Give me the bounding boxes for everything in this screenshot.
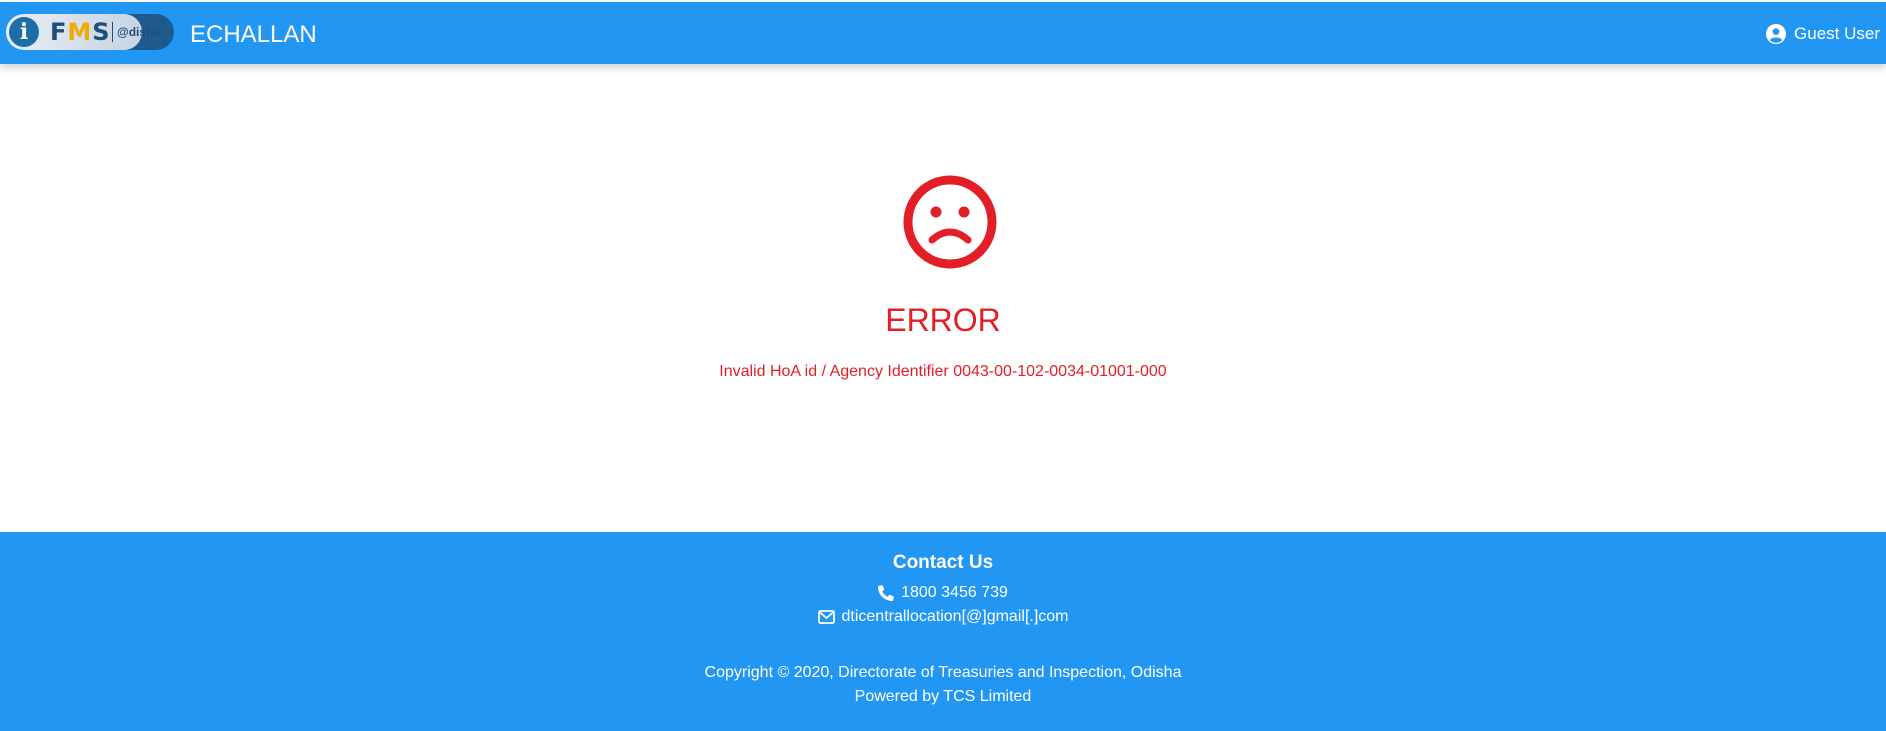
footer: Contact Us 1800 3456 739 dticentrallocat… bbox=[0, 532, 1886, 731]
contact-us-heading: Contact Us bbox=[892, 552, 994, 573]
logo-region-text: @disha bbox=[117, 25, 161, 39]
user-menu[interactable]: Guest User bbox=[1766, 22, 1880, 46]
logo-fms-text: FMS bbox=[50, 17, 111, 47]
envelope-icon bbox=[817, 610, 835, 624]
contact-phone[interactable]: 1800 3456 739 bbox=[0, 582, 1886, 604]
logo-letter-f: F bbox=[50, 18, 68, 46]
top-navbar: i FMS @disha ECHALLAN Guest User bbox=[0, 2, 1886, 64]
logo-letter-m: M bbox=[67, 18, 93, 46]
sad-face-icon bbox=[903, 175, 997, 269]
logo-badge: i FMS @disha bbox=[6, 14, 160, 50]
logo-info-mark: i bbox=[9, 17, 39, 47]
phone-number: 1800 3456 739 bbox=[901, 584, 1008, 601]
phone-icon bbox=[878, 585, 894, 601]
user-name-label: Guest User bbox=[1794, 24, 1880, 43]
ifms-odisha-logo[interactable]: i FMS @disha bbox=[6, 14, 174, 50]
powered-by-text: Powered by TCS Limited bbox=[854, 688, 1032, 705]
app-title[interactable]: ECHALLAN bbox=[190, 20, 317, 50]
logo-letter-s: S bbox=[92, 18, 111, 46]
contact-email[interactable]: dticentrallocation[@]gmail[.]com bbox=[0, 606, 1886, 628]
error-title: ERROR bbox=[885, 302, 1001, 338]
error-content: ERROR Invalid HoA id / Agency Identifier… bbox=[0, 64, 1886, 532]
error-message: Invalid HoA id / Agency Identifier 0043-… bbox=[719, 363, 1167, 380]
user-circle-icon bbox=[1766, 24, 1787, 44]
logo-divider bbox=[112, 22, 113, 42]
email-address: dticentrallocation[@]gmail[.]com bbox=[841, 608, 1069, 625]
copyright-text: Copyright © 2020, Directorate of Treasur… bbox=[704, 664, 1182, 681]
